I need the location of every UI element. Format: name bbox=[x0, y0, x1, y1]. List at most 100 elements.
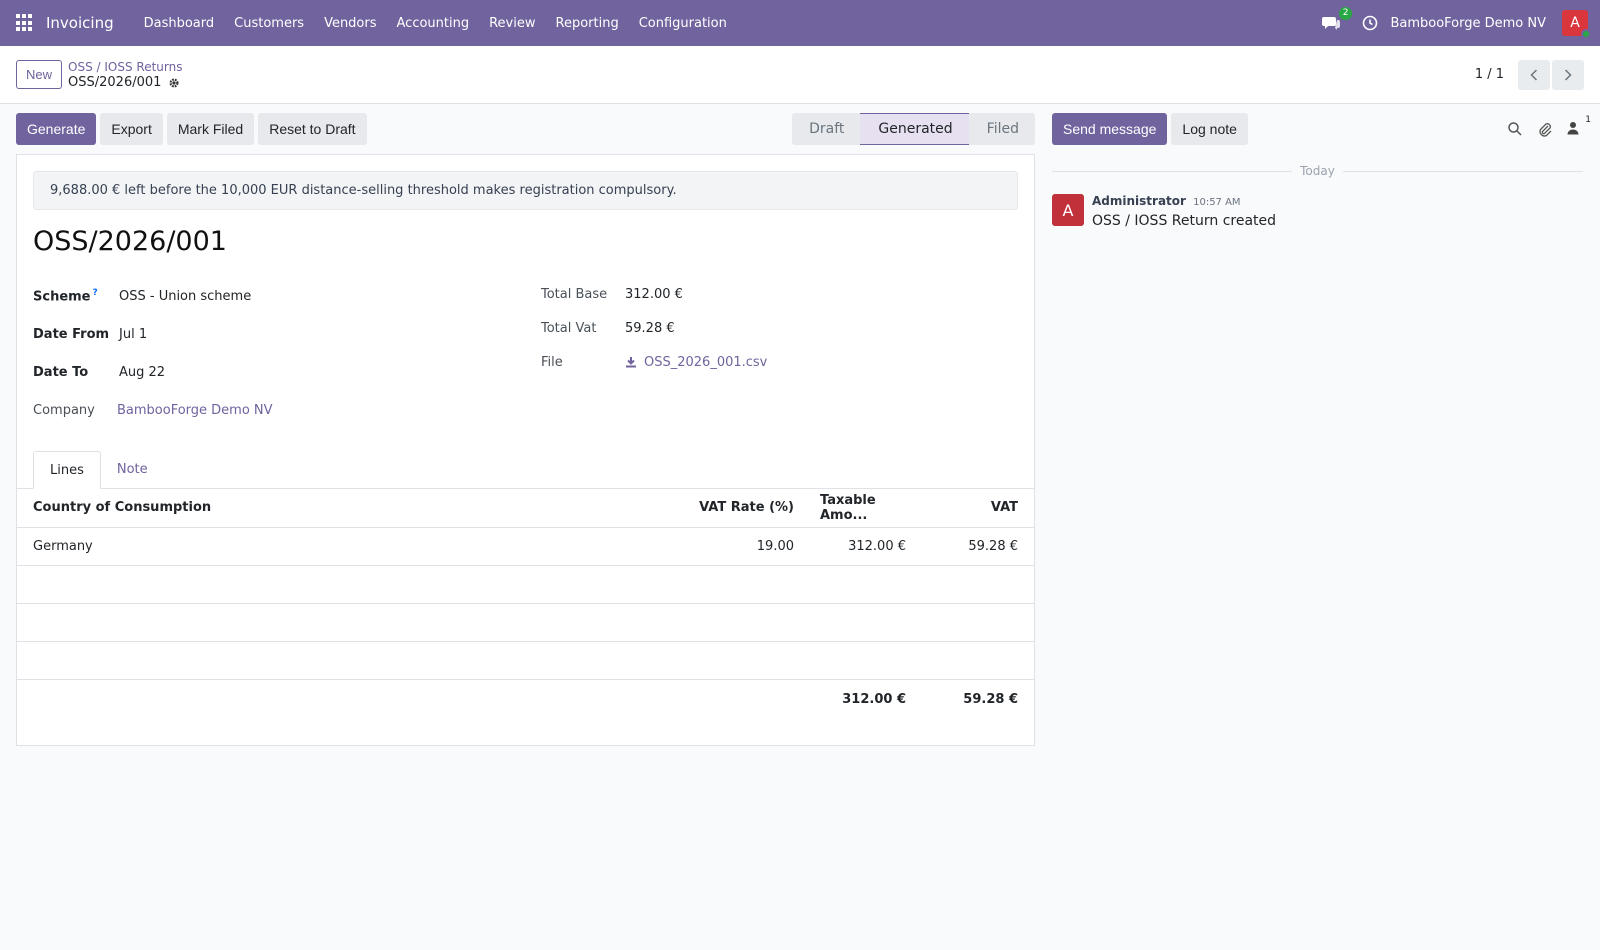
notebook-tabs: Lines Note bbox=[17, 451, 1034, 489]
form-sheet: 9,688.00 € left before the 10,000 EUR di… bbox=[16, 154, 1035, 746]
send-message-button[interactable]: Send message bbox=[1052, 113, 1168, 145]
stage-filed[interactable]: Filed bbox=[968, 113, 1035, 145]
pager: 1 / 1 bbox=[1475, 59, 1584, 90]
message-time: 10:57 AM bbox=[1193, 197, 1241, 208]
menu-item-reporting[interactable]: Reporting bbox=[546, 16, 629, 31]
menu-item-review[interactable]: Review bbox=[479, 16, 545, 31]
file-field: File OSS_2026_001.csv bbox=[541, 345, 1011, 379]
total-vat-value: 59.28 € bbox=[625, 320, 675, 336]
search-icon[interactable] bbox=[1507, 121, 1523, 137]
pager-previous-button[interactable] bbox=[1518, 59, 1550, 90]
cell-vat-rate[interactable]: 19.00 bbox=[674, 527, 810, 566]
online-status-dot bbox=[1581, 29, 1591, 39]
paperclip-icon[interactable] bbox=[1537, 121, 1553, 137]
column-header-taxable-amount[interactable]: Taxable Amo... bbox=[810, 489, 922, 528]
date-separator-label: Today bbox=[1300, 164, 1335, 178]
breadcrumb-parent-link[interactable]: OSS / IOSS Returns bbox=[68, 59, 182, 75]
date-from-value[interactable]: Jul 1 bbox=[119, 327, 147, 342]
lines-table: Country of Consumption VAT Rate (%) Taxa… bbox=[17, 489, 1034, 719]
left-field-group: Scheme? OSS - Union scheme Date From Jul… bbox=[33, 277, 541, 429]
chatter-icons: 1 bbox=[1493, 115, 1591, 137]
stage-draft[interactable]: Draft bbox=[792, 113, 861, 145]
company-link[interactable]: BambooForge Demo NV bbox=[117, 403, 273, 418]
date-to-label: Date To bbox=[33, 364, 89, 380]
total-vat: 59.28 € bbox=[963, 691, 1018, 707]
total-base-label: Total Base bbox=[541, 286, 608, 302]
message-content: Administrator 10:57 AM OSS / IOSS Return… bbox=[1092, 194, 1276, 229]
followers-button[interactable]: 1 bbox=[1567, 115, 1591, 137]
cell-taxable-amount[interactable]: 312.00 € bbox=[810, 527, 922, 566]
file-label: File bbox=[541, 354, 563, 370]
followers-count: 1 bbox=[1585, 115, 1591, 125]
download-icon[interactable] bbox=[625, 356, 637, 368]
generate-button[interactable]: Generate bbox=[16, 113, 97, 145]
messaging-icon[interactable]: 2 bbox=[1322, 7, 1353, 31]
stage-pipeline: Draft Generated Filed bbox=[792, 113, 1035, 145]
menu-item-dashboard[interactable]: Dashboard bbox=[134, 16, 225, 31]
pager-next-button[interactable] bbox=[1552, 59, 1584, 90]
scheme-field: Scheme? OSS - Union scheme bbox=[33, 277, 541, 315]
user-initial: A bbox=[1570, 15, 1580, 31]
file-download-link[interactable]: OSS_2026_001.csv bbox=[644, 355, 767, 370]
date-to-value[interactable]: Aug 22 bbox=[119, 365, 165, 380]
date-separator: Today bbox=[1052, 164, 1583, 178]
column-header-vat-rate[interactable]: VAT Rate (%) bbox=[674, 489, 810, 528]
cell-vat[interactable]: 59.28 € bbox=[922, 527, 1034, 566]
chevron-right-icon bbox=[1564, 68, 1572, 81]
menu-item-configuration[interactable]: Configuration bbox=[629, 16, 737, 31]
record-title: OSS/2026/001 bbox=[33, 226, 227, 257]
company-switcher[interactable]: BambooForge Demo NV bbox=[1390, 16, 1546, 31]
tab-note[interactable]: Note bbox=[101, 451, 164, 488]
date-to-field: Date To Aug 22 bbox=[33, 353, 541, 391]
menu-item-vendors[interactable]: Vendors bbox=[314, 16, 386, 31]
scheme-label: Scheme? bbox=[33, 287, 98, 305]
new-button[interactable]: New bbox=[16, 60, 63, 89]
total-base-value: 312.00 € bbox=[625, 286, 683, 302]
log-note-button[interactable]: Log note bbox=[1171, 113, 1248, 145]
column-header-vat[interactable]: VAT bbox=[922, 489, 1034, 528]
gear-icon[interactable] bbox=[168, 77, 180, 89]
total-taxable-amount: 312.00 € bbox=[842, 691, 906, 707]
pager-value[interactable]: 1 / 1 bbox=[1475, 67, 1504, 82]
company-label: Company bbox=[33, 402, 95, 418]
app-grid-icon[interactable] bbox=[16, 14, 34, 32]
export-button[interactable]: Export bbox=[100, 113, 163, 145]
chatter-message: A Administrator 10:57 AM OSS / IOSS Retu… bbox=[1052, 194, 1583, 229]
date-from-label: Date From bbox=[33, 326, 110, 342]
message-avatar[interactable]: A bbox=[1052, 194, 1084, 226]
messaging-badge: 2 bbox=[1338, 7, 1353, 20]
table-row[interactable]: Germany 19.00 312.00 € 59.28 € bbox=[17, 527, 1034, 566]
activity-clock-icon[interactable] bbox=[1362, 15, 1378, 31]
stage-generated[interactable]: Generated bbox=[860, 113, 969, 145]
chatter: Send message Log note 1 Today A Administ… bbox=[1052, 104, 1591, 746]
message-author[interactable]: Administrator bbox=[1092, 194, 1186, 208]
navbar-systray: 2 BambooForge Demo NV A bbox=[1322, 7, 1591, 39]
empty-row bbox=[17, 565, 1034, 604]
right-field-group: Total Base 312.00 € Total Vat 59.28 € Fi… bbox=[541, 277, 1011, 429]
column-header-country[interactable]: Country of Consumption bbox=[17, 489, 674, 528]
mark-filed-button[interactable]: Mark Filed bbox=[166, 113, 255, 145]
date-from-field: Date From Jul 1 bbox=[33, 315, 541, 353]
reset-to-draft-button[interactable]: Reset to Draft bbox=[258, 113, 367, 145]
table-header-row: Country of Consumption VAT Rate (%) Taxa… bbox=[17, 489, 1034, 528]
message-body: OSS / IOSS Return created bbox=[1092, 213, 1277, 229]
top-navbar: Invoicing Dashboard Customers Vendors Ac… bbox=[0, 0, 1600, 46]
user-avatar[interactable]: A bbox=[1562, 10, 1591, 39]
main-area: Generate Export Mark Filed Reset to Draf… bbox=[0, 104, 1600, 746]
empty-row bbox=[17, 603, 1034, 642]
app-name[interactable]: Invoicing bbox=[46, 14, 114, 32]
chevron-left-icon bbox=[1530, 68, 1538, 81]
help-icon[interactable]: ? bbox=[93, 288, 98, 298]
scheme-value[interactable]: OSS - Union scheme bbox=[119, 289, 251, 304]
tab-lines[interactable]: Lines bbox=[33, 451, 101, 489]
field-groups: Scheme? OSS - Union scheme Date From Jul… bbox=[17, 277, 1034, 429]
company-field: Company BambooForge Demo NV bbox=[33, 391, 541, 429]
breadcrumb: OSS / IOSS Returns OSS/2026/001 bbox=[68, 59, 182, 91]
menu-item-accounting[interactable]: Accounting bbox=[387, 16, 480, 31]
menu-item-customers[interactable]: Customers bbox=[224, 16, 314, 31]
table-totals-row: 312.00 € 59.28 € bbox=[17, 679, 1034, 719]
breadcrumb-current: OSS/2026/001 bbox=[68, 75, 182, 91]
empty-row bbox=[17, 641, 1034, 680]
cell-country[interactable]: Germany bbox=[17, 527, 674, 566]
breadcrumb-record-name: OSS/2026/001 bbox=[68, 74, 162, 90]
